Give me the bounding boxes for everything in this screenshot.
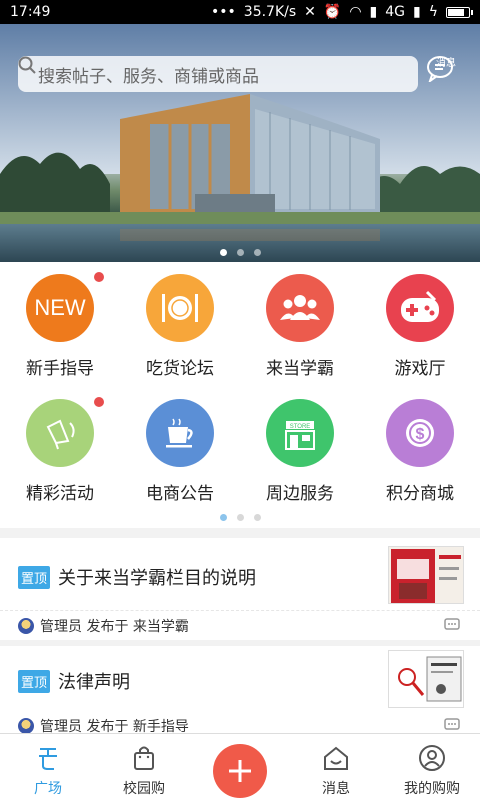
notification-dot [94,397,104,407]
grid-item[interactable]: 吃货论坛 [120,274,240,379]
tab-my-shopping[interactable]: 我的购购 [392,744,472,798]
wifi-icon: ◠ [349,4,362,20]
add-icon [229,760,251,782]
grid-item[interactable]: STORE 周边服务 [240,399,360,504]
post-published-label: 发布于 [86,619,129,635]
signal-icon: ▮ [369,4,378,20]
post-divider [0,610,480,611]
banner-carousel[interactable]: 搜索帖子、服务、商铺或商品 消息 [0,24,480,262]
svg-text:$: $ [416,426,425,443]
coin-dollar-icon: $ [386,399,454,467]
pagination-dot[interactable] [236,514,244,521]
alarm-icon: ⏰ [323,4,342,20]
more-dots-icon: ••• [211,4,236,20]
pinned-badge: 置顶 [18,565,51,589]
network-speed: 35.7K/s [243,4,297,20]
comment-icon [444,718,460,730]
grid-item[interactable]: 电商公告 [120,399,240,504]
people-group-icon [266,274,334,342]
category-grid: NEW 新手指导 吃货论坛 来当学霸 游戏厅精彩活动 电商公告 STORE 周边服务 $ 积分商城 [0,262,480,528]
tab-label: 消息 [322,781,350,797]
message-house-icon [324,746,348,770]
post-item[interactable]: 置顶 关于来当学霸栏目的说明 管理员 发布于 来当学霸 [0,538,480,640]
avatar [18,718,34,734]
comment-icon [444,618,460,630]
grid-item[interactable]: 游戏厅 [360,274,480,379]
pinned-badge: 置顶 [18,669,51,693]
search-bar[interactable]: 搜索帖子、服务、商铺或商品 [18,56,418,92]
megaphone-icon [26,397,104,467]
post-title: 关于来当学霸栏目的说明 [58,568,257,589]
battery-fill [448,8,465,16]
signal-icon-2: ▮ [413,4,421,20]
battery-icon [446,6,473,18]
post-title-row: 置顶 关于来当学霸栏目的说明 [18,564,256,590]
grid-item[interactable]: 来当学霸 [240,274,360,379]
status-bar: 17:49 ••• 35.7K/s ✕ ⏰ ◠ ▮ 4G ▮ ϟ [0,0,480,24]
dinner-plate-icon [146,274,214,342]
coffee-cup-icon [146,399,214,467]
pagination-dot[interactable] [236,249,244,256]
pagination-dot[interactable] [253,514,261,521]
tab-plaza[interactable]: 广场 [8,744,88,798]
grid-item[interactable]: NEW 新手指导 [0,272,120,379]
status-time: 17:49 [10,4,51,20]
notification-dot [94,272,104,282]
search-icon [18,56,36,74]
grid-item[interactable]: $ 积分商城 [360,399,480,504]
grid-item[interactable]: 精彩活动 [0,397,120,504]
search-input[interactable]: 搜索帖子、服务、商铺或商品 [38,62,259,87]
mute-icon: ✕ [304,4,316,20]
post-title-row: 置顶 法律声明 [18,668,130,694]
charging-icon: ϟ [428,4,438,20]
new-icon: NEW [26,272,104,342]
post-title: 法律声明 [58,672,131,693]
grid-item-label: 新手指导 [26,359,94,379]
svg-text:STORE: STORE [290,424,311,430]
pagination-dot[interactable] [219,514,227,521]
network-type: 4G [385,4,406,20]
post-meta: 管理员 发布于 来当学霸 [18,616,189,636]
grid-item-label: 来当学霸 [266,359,334,379]
gamepad-icon [386,274,454,342]
tab-messages[interactable]: 消息 [296,744,376,798]
grid-pagination [0,514,480,521]
post-thumbnail [388,650,464,708]
pagination-dot[interactable] [219,249,227,256]
tab-label: 我的购购 [404,781,460,797]
banner-pagination [0,249,480,256]
shopping-bag-icon [134,746,154,770]
pagination-dot[interactable] [253,249,261,256]
grid-item-label: 电商公告 [146,484,214,504]
grid-item-label: 周边服务 [266,484,334,504]
grid-item-label: 积分商城 [386,484,454,504]
tab-label: 校园购 [123,781,165,797]
avatar [18,618,34,634]
bottom-tab-bar: 广场 校园购 消息 我的购购 [0,733,480,800]
chat-bubble-icon [427,56,453,82]
grid-item-label: 游戏厅 [394,359,446,379]
tab-campus-shopping[interactable]: 校园购 [104,744,184,798]
plaza-icon [39,748,57,770]
post-board: 来当学霸 [132,619,189,635]
tab-label: 广场 [34,781,62,797]
post-thumbnail [388,546,464,604]
message-button[interactable]: 消息 [426,56,466,82]
add-button[interactable] [213,744,267,798]
grid-item-label: 吃货论坛 [146,359,214,379]
grid-item-label: 精彩活动 [26,484,94,504]
post-item[interactable]: 置顶 法律声明 管理员 发布于 新手指导 [0,646,480,735]
post-author: 管理员 [40,619,82,635]
new-icon-text: NEW [34,295,86,320]
status-indicators: ••• 35.7K/s ✕ ⏰ ◠ ▮ 4G ▮ ϟ [211,4,473,20]
user-icon [419,745,445,771]
store-icon: STORE [266,399,334,467]
